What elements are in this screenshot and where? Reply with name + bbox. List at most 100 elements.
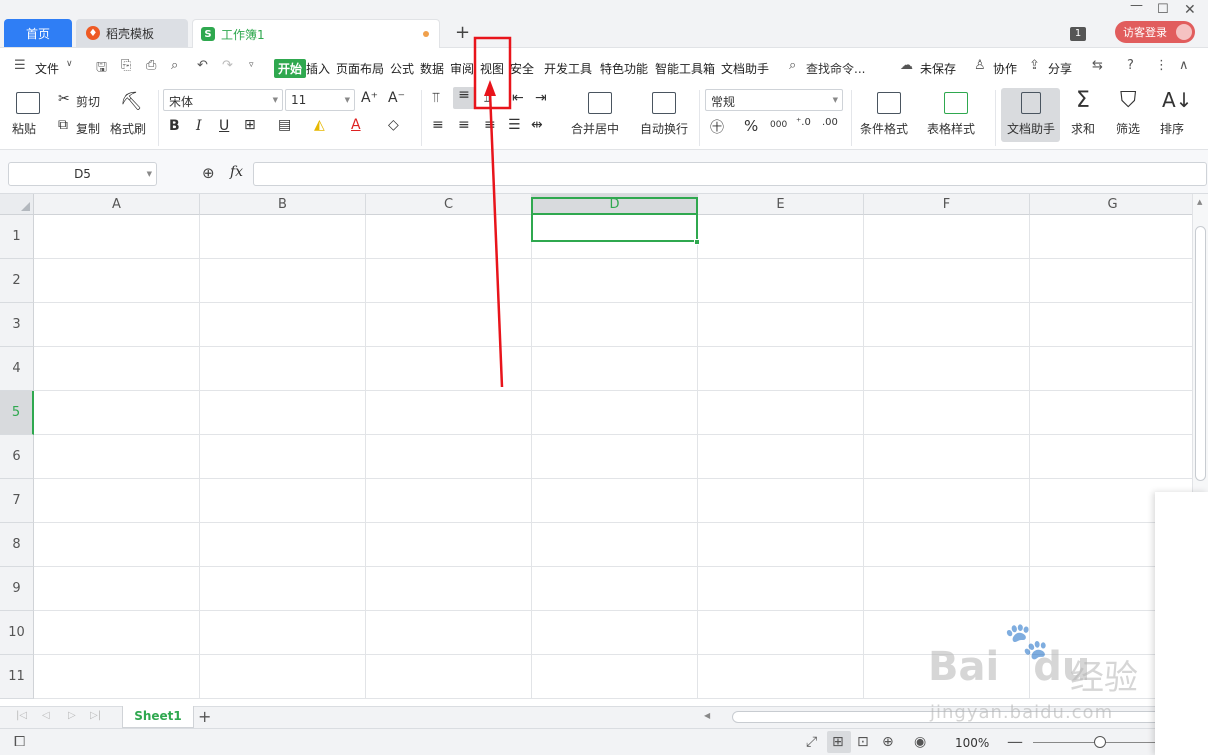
cell-c7[interactable] bbox=[366, 479, 532, 523]
cell-e10[interactable] bbox=[698, 611, 864, 655]
quick-access-dropdown-icon[interactable]: ▿ bbox=[249, 60, 254, 70]
unsaved-status-button[interactable]: 未保存 bbox=[920, 60, 956, 77]
cell-d6[interactable] bbox=[532, 435, 698, 479]
chevron-down-icon[interactable]: ∨ bbox=[66, 59, 73, 69]
sum-button[interactable]: 求和 bbox=[1071, 120, 1095, 137]
row-header-10[interactable]: 10 bbox=[0, 611, 34, 655]
paste-icon[interactable] bbox=[16, 92, 40, 114]
cell-a3[interactable] bbox=[34, 303, 200, 347]
menu-review[interactable]: 审阅 bbox=[450, 60, 474, 77]
row-header-7[interactable]: 7 bbox=[0, 479, 34, 523]
doc-assistant-ribbon-button[interactable]: 文档助手 bbox=[1001, 88, 1060, 142]
cell-d8[interactable] bbox=[532, 523, 698, 567]
cell-d4[interactable] bbox=[532, 347, 698, 391]
sheet-tab-sheet1[interactable]: Sheet1 bbox=[122, 706, 194, 728]
zoom-slider-knob[interactable] bbox=[1094, 736, 1106, 748]
clear-format-icon[interactable]: ◇ bbox=[388, 117, 399, 133]
cell-b9[interactable] bbox=[200, 567, 366, 611]
filter-button[interactable]: 筛选 bbox=[1116, 120, 1140, 137]
cell-e6[interactable] bbox=[698, 435, 864, 479]
add-sheet-button[interactable]: + bbox=[198, 707, 211, 726]
menu-formula[interactable]: 公式 bbox=[390, 60, 414, 77]
cell-c3[interactable] bbox=[366, 303, 532, 347]
first-sheet-icon[interactable]: |◁ bbox=[16, 710, 27, 721]
cell-e4[interactable] bbox=[698, 347, 864, 391]
export-icon[interactable]: ⎘ bbox=[121, 58, 131, 73]
cell-b1[interactable] bbox=[200, 215, 366, 259]
column-header-c[interactable]: C bbox=[366, 194, 532, 215]
tab-home[interactable]: 首页 bbox=[4, 19, 72, 47]
font-color-icon[interactable]: A bbox=[351, 117, 361, 133]
menu-insert[interactable]: 插入 bbox=[306, 60, 330, 77]
guest-login-button[interactable]: 访客登录 bbox=[1115, 21, 1195, 43]
cell-f7[interactable] bbox=[864, 479, 1030, 523]
wrap-text-icon[interactable] bbox=[652, 92, 676, 114]
more-options-icon[interactable]: ⋮ bbox=[1155, 58, 1168, 73]
fill-color-icon[interactable]: ◭ bbox=[314, 117, 325, 133]
row-header-5[interactable]: 5 bbox=[0, 391, 34, 435]
new-tab-button[interactable]: + bbox=[455, 22, 470, 43]
cell-d9[interactable] bbox=[532, 567, 698, 611]
percent-button[interactable]: % bbox=[744, 117, 758, 135]
zoom-out-button[interactable]: — bbox=[1007, 732, 1023, 751]
align-right-icon[interactable]: ≡ bbox=[484, 117, 496, 133]
hamburger-menu-icon[interactable]: ☰ bbox=[14, 58, 26, 73]
table-style-button[interactable]: 表格样式 bbox=[927, 120, 975, 137]
decrease-indent-icon[interactable]: ⇤ bbox=[512, 90, 524, 106]
full-screen-icon[interactable]: ⤢ bbox=[806, 734, 817, 750]
cell-c4[interactable] bbox=[366, 347, 532, 391]
row-header-1[interactable]: 1 bbox=[0, 215, 34, 259]
collapse-ribbon-icon[interactable]: ∧ bbox=[1179, 58, 1189, 73]
undo-icon[interactable]: ↶ bbox=[197, 58, 208, 73]
scroll-left-icon[interactable]: ◀ bbox=[704, 711, 710, 720]
cell-d10[interactable] bbox=[532, 611, 698, 655]
increase-indent-icon[interactable]: ⇥ bbox=[535, 90, 547, 106]
reading-mode-icon[interactable]: ⊕ bbox=[882, 734, 894, 750]
cell-g4[interactable] bbox=[1030, 347, 1192, 391]
cell-f5[interactable] bbox=[864, 391, 1030, 435]
bold-button[interactable]: B bbox=[169, 118, 180, 134]
menu-security[interactable]: 安全 bbox=[510, 60, 534, 77]
cell-g1[interactable] bbox=[1030, 215, 1192, 259]
cell-e5[interactable] bbox=[698, 391, 864, 435]
cell-b8[interactable] bbox=[200, 523, 366, 567]
column-header-e[interactable]: E bbox=[698, 194, 864, 215]
column-header-f[interactable]: F bbox=[864, 194, 1030, 215]
last-sheet-icon[interactable]: ▷| bbox=[90, 710, 101, 721]
row-header-3[interactable]: 3 bbox=[0, 303, 34, 347]
cell-c10[interactable] bbox=[366, 611, 532, 655]
next-sheet-icon[interactable]: ▷ bbox=[68, 710, 76, 721]
copy-icon[interactable]: ⧉ bbox=[58, 117, 68, 133]
table-style-icon[interactable] bbox=[944, 92, 968, 114]
currency-icon[interactable]: ㊉ bbox=[710, 117, 724, 137]
cell-b7[interactable] bbox=[200, 479, 366, 523]
cell-d3[interactable] bbox=[532, 303, 698, 347]
format-painter-button[interactable]: 格式刷 bbox=[110, 120, 146, 137]
horizontal-scroll-thumb[interactable] bbox=[732, 711, 1172, 723]
number-format-select[interactable]: 常规 ▼ bbox=[705, 89, 843, 111]
zoom-lookup-icon[interactable]: ⊕ bbox=[202, 164, 215, 182]
cell-c2[interactable] bbox=[366, 259, 532, 303]
row-header-8[interactable]: 8 bbox=[0, 523, 34, 567]
cell-b11[interactable] bbox=[200, 655, 366, 699]
sigma-sum-icon[interactable]: Σ bbox=[1076, 88, 1090, 113]
cell-g5[interactable] bbox=[1030, 391, 1192, 435]
distribute-icon[interactable]: ⇹ bbox=[531, 117, 543, 133]
vertical-scroll-thumb[interactable] bbox=[1195, 226, 1206, 481]
conditional-format-button[interactable]: 条件格式 bbox=[860, 120, 908, 137]
align-middle-icon[interactable]: ≡ bbox=[453, 87, 475, 109]
cell-f4[interactable] bbox=[864, 347, 1030, 391]
align-bottom-icon[interactable]: ⫫ bbox=[484, 90, 492, 106]
menu-start[interactable]: 开始 bbox=[274, 59, 307, 78]
cell-e1[interactable] bbox=[698, 215, 864, 259]
menu-smart-toolbox[interactable]: 智能工具箱 bbox=[655, 60, 715, 77]
cell-g6[interactable] bbox=[1030, 435, 1192, 479]
cell-a2[interactable] bbox=[34, 259, 200, 303]
normal-view-button[interactable]: ⊞ bbox=[827, 731, 851, 753]
decrease-decimal-icon[interactable]: .00 bbox=[822, 117, 838, 128]
cell-f9[interactable] bbox=[864, 567, 1030, 611]
minimize-button[interactable]: — bbox=[1130, 0, 1143, 13]
copy-button[interactable]: 复制 bbox=[76, 120, 100, 137]
prev-sheet-icon[interactable]: ◁ bbox=[42, 710, 50, 721]
save-icon[interactable]: 🖫 bbox=[96, 58, 107, 80]
